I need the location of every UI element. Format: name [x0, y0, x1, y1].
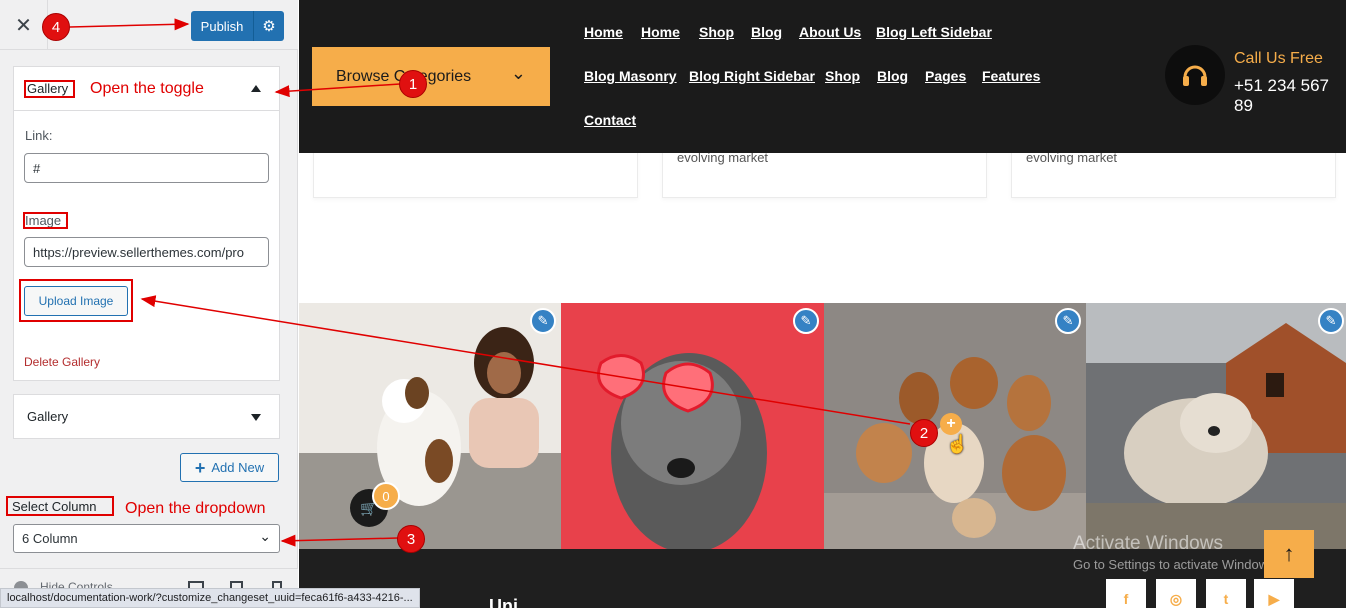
call-us-number[interactable]: +51 234 567 89	[1234, 76, 1346, 116]
step-badge-4: 4	[42, 13, 70, 41]
footer-title: ...Uni	[474, 596, 518, 608]
plus-icon: +	[194, 457, 206, 478]
back-to-top-button[interactable]: ↑	[1264, 530, 1314, 578]
gallery-panel-2-title: Gallery	[27, 409, 69, 424]
call-us-title: Call Us Free	[1234, 50, 1323, 67]
link-label: Link:	[25, 128, 53, 143]
edit-pencil-icon[interactable]: ✎	[1055, 308, 1081, 334]
nav-home[interactable]: Home	[584, 24, 623, 40]
expand-arrow-icon[interactable]	[251, 414, 261, 421]
chevron-down-icon: ⌄	[259, 528, 271, 544]
twitter-icon[interactable]: t	[1206, 579, 1246, 608]
edit-pencil-icon[interactable]: ✎	[793, 308, 819, 334]
gallery-image[interactable]: ✎	[561, 303, 824, 549]
cart-count-badge: 0	[372, 482, 400, 510]
annotation-box-upload	[19, 279, 133, 322]
select-column-value: 6 Column	[22, 531, 78, 546]
browser-status-url: localhost/documentation-work/?customize_…	[0, 588, 420, 608]
nav-blog-masonry[interactable]: Blog Masonry	[584, 68, 677, 84]
blog-card: evolving market	[1011, 150, 1336, 198]
nav-home[interactable]: Home	[641, 24, 680, 40]
select-column-dropdown[interactable]: 6 Column ⌄	[13, 524, 280, 553]
edit-pencil-icon[interactable]: ✎	[1318, 308, 1344, 334]
publish-label: Publish	[200, 18, 244, 34]
nav-features[interactable]: Features	[982, 68, 1040, 84]
gallery-panel-collapsed[interactable]: Gallery	[13, 394, 280, 439]
youtube-icon[interactable]: ▶	[1254, 579, 1294, 608]
site-preview: evolving market evolving market Browse C…	[299, 0, 1346, 608]
nav-about-us[interactable]: About Us	[799, 24, 861, 40]
close-icon: ✕	[15, 14, 32, 37]
close-customizer-button[interactable]: ✕	[0, 0, 48, 50]
image-url-input[interactable]: https://preview.sellerthemes.com/pro	[24, 237, 269, 267]
gallery-image[interactable]: ✎	[1086, 303, 1346, 549]
facebook-icon[interactable]: f	[1106, 579, 1146, 608]
screen-root: ✕ Publish ⚙ Gallery Link: # Image : http…	[0, 0, 1346, 608]
nav-pages[interactable]: Pages	[925, 68, 966, 84]
step-badge-3: 3	[397, 525, 425, 553]
nav-blog-right-sidebar[interactable]: Blog Right Sidebar	[689, 68, 815, 84]
gallery-image[interactable]: ✎	[299, 303, 561, 549]
nav-shop[interactable]: Shop	[699, 24, 734, 40]
step-badge-1: 1	[399, 70, 427, 98]
nav-blog-left-sidebar[interactable]: Blog Left Sidebar	[876, 24, 992, 40]
link-input[interactable]: #	[24, 153, 269, 183]
edit-pencil-icon[interactable]: ✎	[530, 308, 556, 334]
nav-blog[interactable]: Blog	[877, 68, 908, 84]
gear-icon[interactable]: ⚙	[254, 17, 284, 35]
add-new-button[interactable]: + Add New	[180, 453, 279, 482]
site-header: Browse Categories ⌄ Home Home Shop Blog …	[299, 0, 1346, 153]
activate-windows-title: Activate Windows	[1073, 533, 1223, 554]
nav-shop[interactable]: Shop	[825, 68, 860, 84]
blog-card	[313, 150, 638, 198]
add-new-label: Add New	[211, 460, 265, 475]
annotation-box-select-column	[6, 496, 114, 516]
publish-button[interactable]: Publish ⚙	[191, 11, 284, 41]
annotation-box-gallery	[24, 80, 75, 98]
activate-windows-subtitle: Go to Settings to activate Windows.	[1073, 557, 1279, 572]
nav-blog[interactable]: Blog	[751, 24, 782, 40]
gallery-grid: ✎ ✎ ✎ + ✎	[299, 303, 1346, 549]
nav-contact[interactable]: Contact	[584, 112, 636, 128]
browse-categories-button[interactable]: Browse Categories ⌄	[312, 47, 550, 106]
chevron-down-icon: ⌄	[510, 63, 526, 83]
annotation-open-toggle: Open the toggle	[90, 80, 204, 97]
delete-gallery-link[interactable]: Delete Gallery	[24, 355, 100, 369]
gallery-image[interactable]: ✎ +	[824, 303, 1086, 549]
step-badge-2: 2	[910, 419, 938, 447]
headset-icon	[1165, 45, 1225, 105]
zoom-plus-icon[interactable]: +	[940, 413, 962, 435]
collapse-arrow-icon[interactable]	[251, 85, 261, 92]
annotation-open-dropdown: Open the dropdown	[125, 500, 266, 517]
instagram-icon[interactable]: ◎	[1156, 579, 1196, 608]
annotation-box-image	[23, 212, 68, 229]
blog-card: evolving market	[662, 150, 987, 198]
arrow-up-icon: ↑	[1283, 541, 1295, 566]
cursor-hand-icon: ☝	[946, 434, 969, 454]
